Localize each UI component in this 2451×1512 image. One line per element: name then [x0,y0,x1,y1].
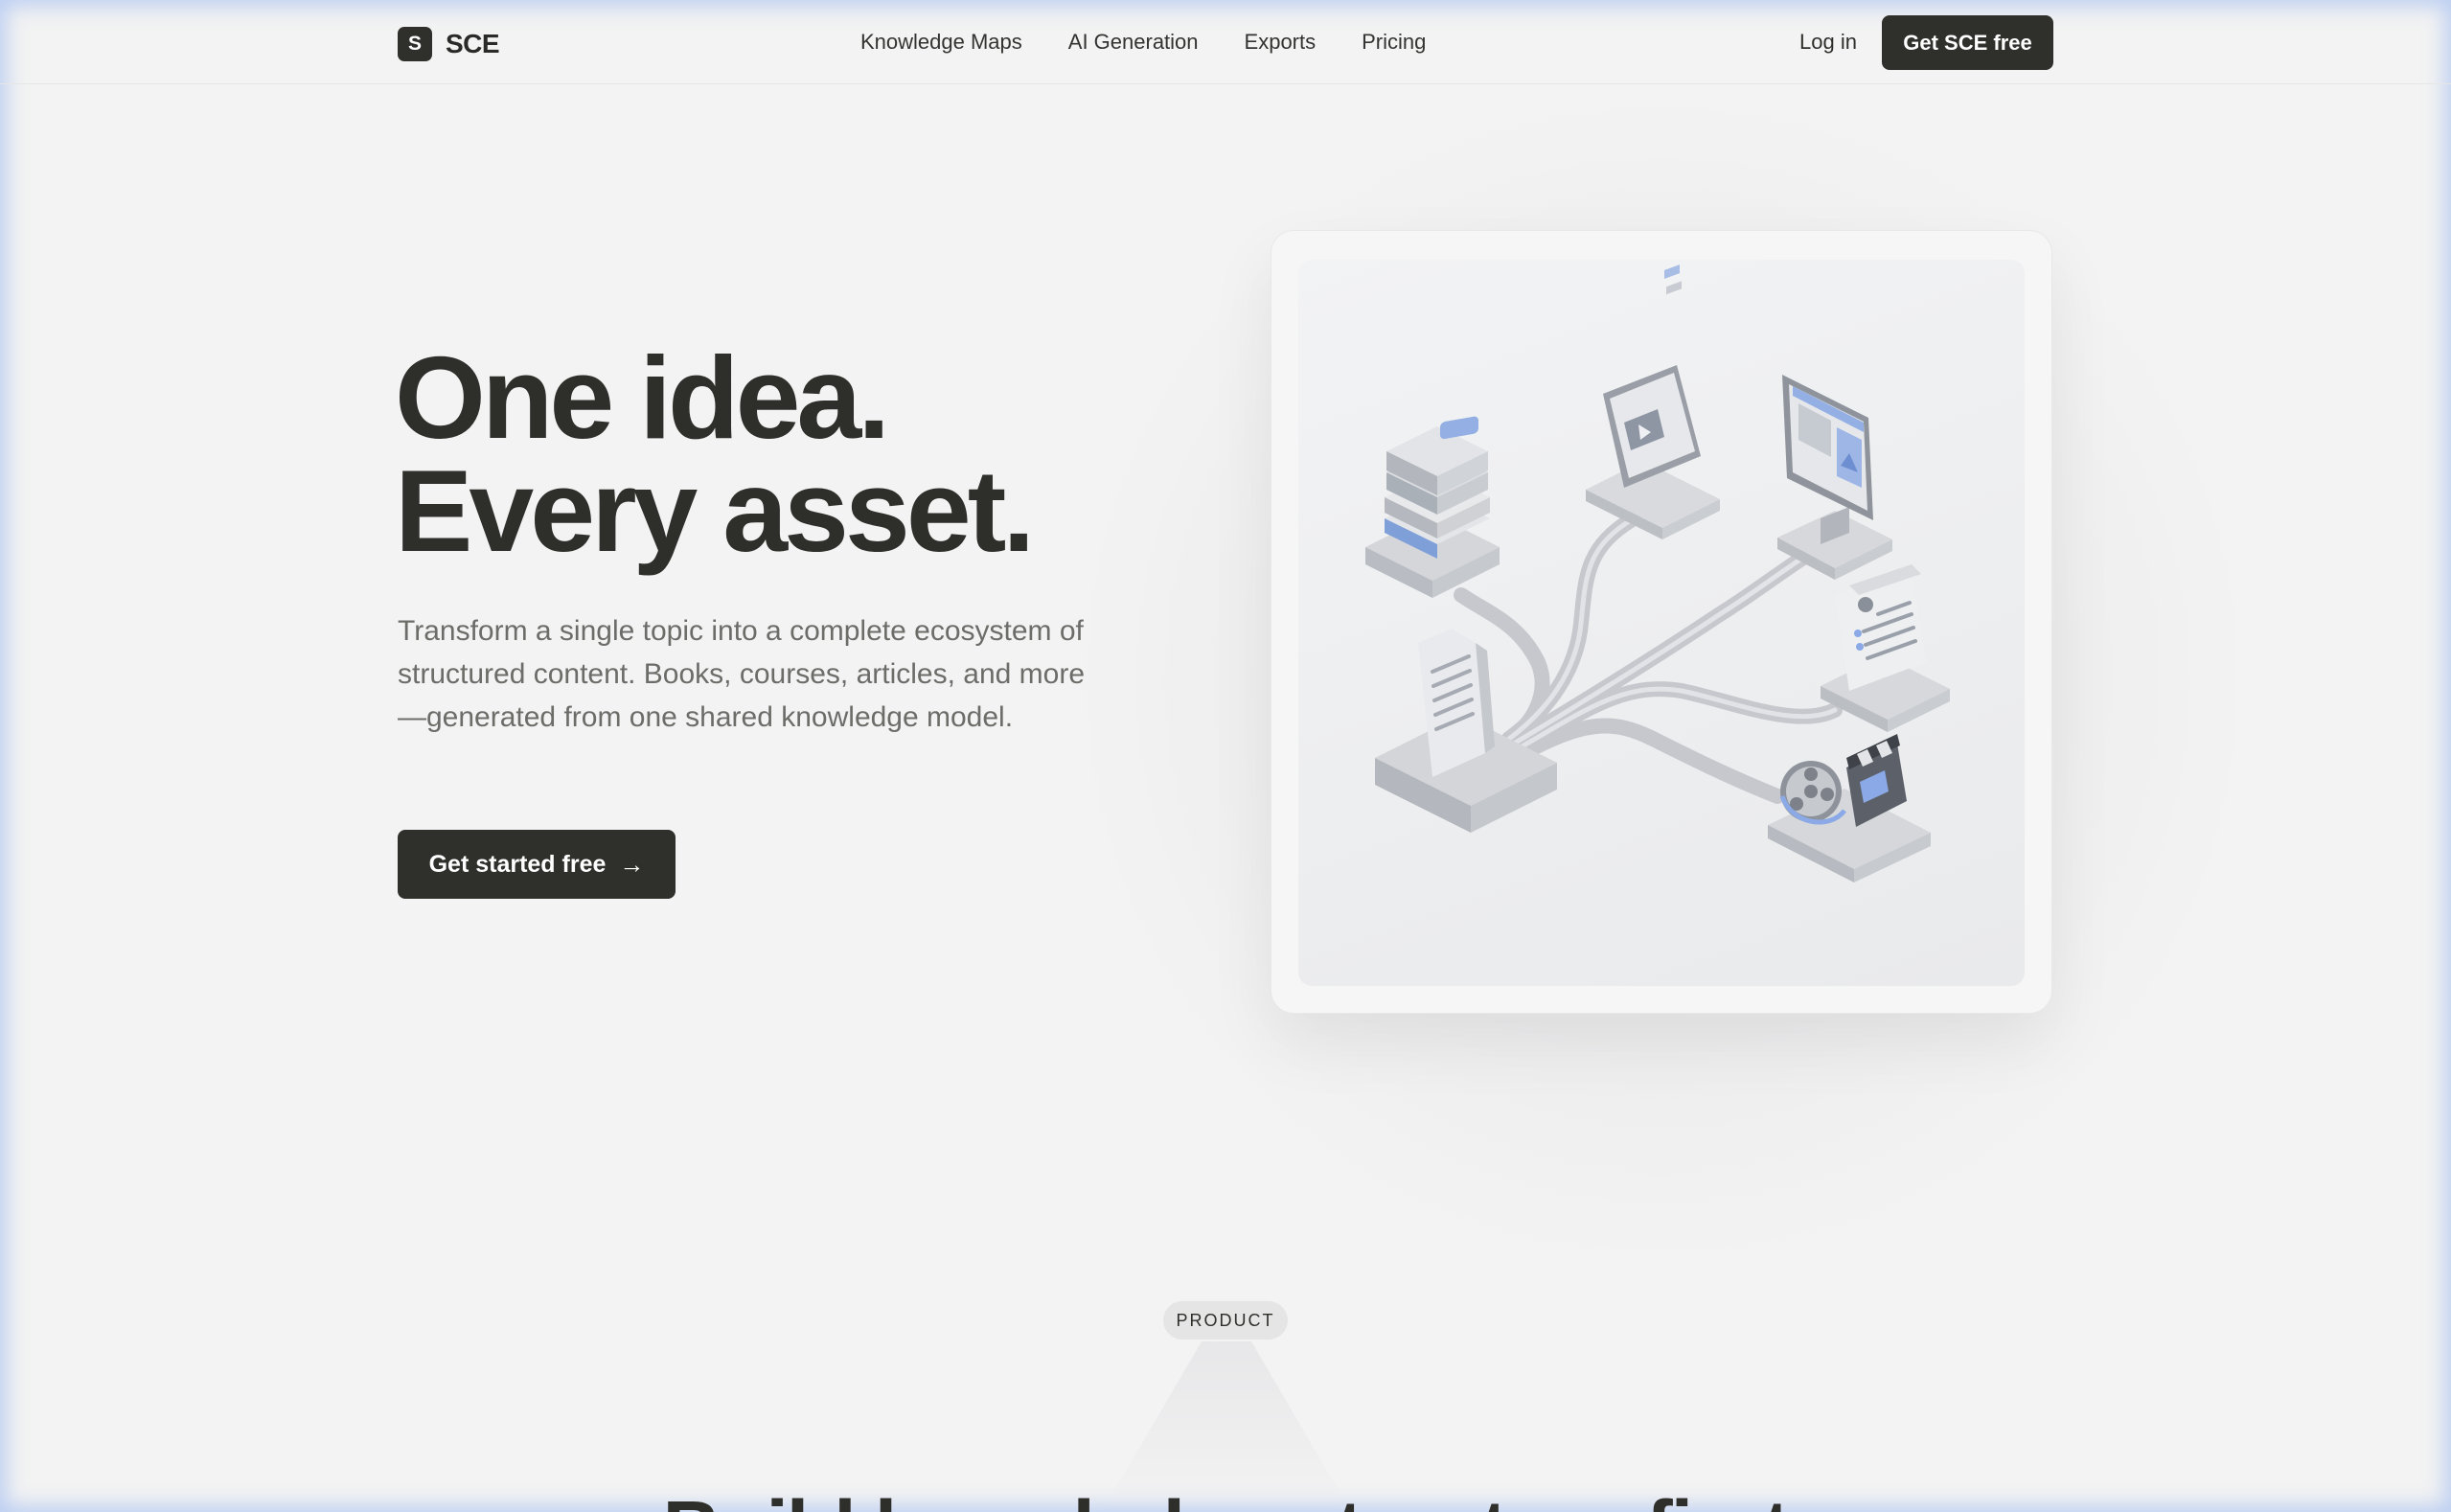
get-started-label: Get started free [428,850,607,878]
books-icon [1365,416,1500,598]
nav-link-exports[interactable]: Exports [1245,29,1317,56]
nav-link-knowledge-maps[interactable]: Knowledge Maps [860,29,1022,56]
hero-illustration [1298,260,2025,986]
arrow-right-icon: → [619,849,645,879]
nav-link-ai-generation[interactable]: AI Generation [1068,29,1199,56]
login-link[interactable]: Log in [1799,29,1857,56]
product-badge: PRODUCT [1163,1301,1288,1340]
brand-name: SCE [446,29,500,58]
script-microphone-icon [1821,564,1950,732]
get-sce-free-button[interactable]: Get SCE free [1882,15,2053,70]
hero-illustration-card [1271,230,2052,1014]
get-started-free-button[interactable]: Get started free → [398,830,676,899]
top-nav: S SCE Knowledge Maps AI Generation Expor… [0,0,2451,84]
nav-links: Knowledge Maps AI Generation Exports Pri… [860,29,1472,56]
hero-subtitle: Transform a single topic into a complete… [398,615,1085,733]
film-reel-clapper-icon [1768,734,1931,882]
logo-mark: S [398,27,432,61]
product-section-heading: Build knowledge structure first [0,1483,2451,1512]
page: S SCE Knowledge Maps AI Generation Expor… [0,0,2451,1512]
nav-link-pricing[interactable]: Pricing [1362,29,1426,56]
monitor-icon [1777,375,1892,580]
tablet-video-icon [1586,264,1720,539]
logo[interactable]: S SCE [398,27,500,61]
